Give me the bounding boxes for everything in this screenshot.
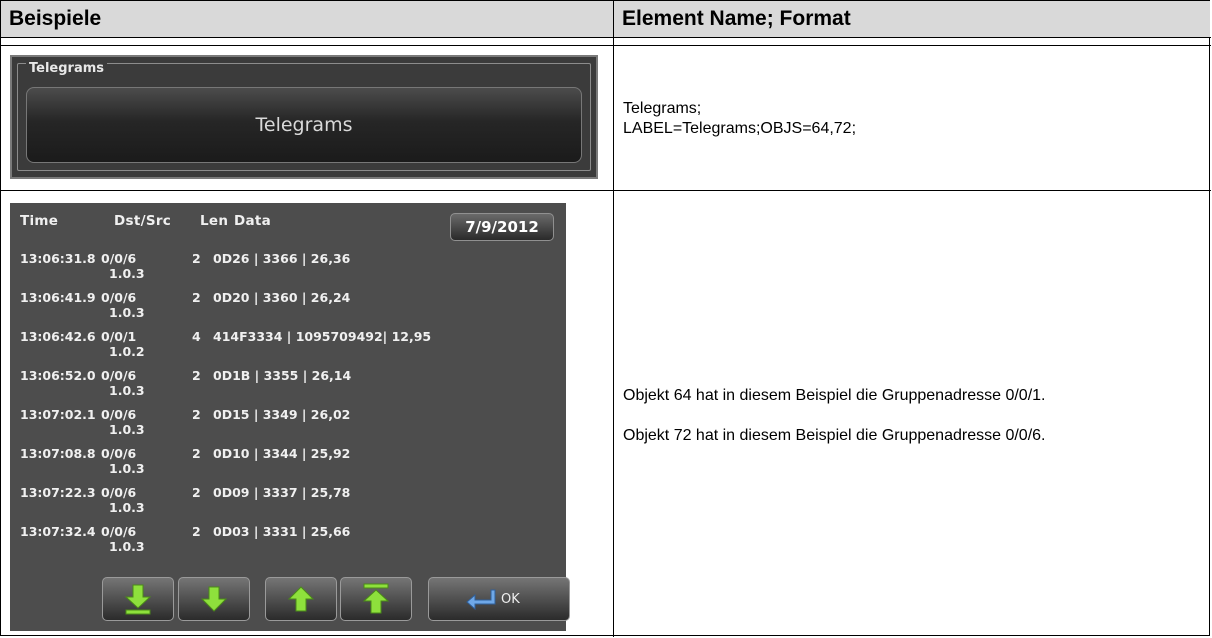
telegram-row: 13:06:41.9 0/0/6 1.0.3 2 0D20 | 3360 | 2… <box>10 290 566 328</box>
documentation-table: Beispiele Element Name; Format Telegrams… <box>0 0 1211 637</box>
telegram-row: 13:07:32.4 0/0/6 1.0.3 2 0D03 | 3331 | 2… <box>10 524 566 562</box>
telegram-src: 1.0.3 <box>109 383 145 398</box>
telegram-dst: 0/0/6 <box>101 368 137 383</box>
telegrams-element-name: Telegrams; <box>623 100 702 117</box>
telegram-time: 13:06:42.6 <box>20 329 96 344</box>
scroll-bottom-icon <box>124 584 152 615</box>
scroll-top-button[interactable] <box>340 577 412 621</box>
header-divider <box>1 37 1211 38</box>
telegram-data: 0D26 | 3366 | 26,36 <box>213 251 351 266</box>
telegram-data: 0D20 | 3360 | 26,24 <box>213 290 351 305</box>
telegram-dst: 0/0/6 <box>101 251 137 266</box>
telegrams-frame-title: Telegrams <box>26 62 108 76</box>
column-time: Time <box>20 213 59 229</box>
ok-button[interactable]: OK <box>428 577 570 621</box>
monitor-description: Objekt 64 hat in diesem Beispiel die Gru… <box>623 386 1045 446</box>
telegram-monitor-screen: Time Dst/Src Len Data 7/9/2012 13:06:31.… <box>10 203 570 631</box>
telegram-src: 1.0.3 <box>109 461 145 476</box>
telegram-row: 13:07:22.3 0/0/6 1.0.3 2 0D09 | 3337 | 2… <box>10 485 566 523</box>
telegram-data: 0D10 | 3344 | 25,92 <box>213 446 351 461</box>
scroll-bottom-button[interactable] <box>102 577 174 621</box>
telegrams-widget-example: Telegrams Telegrams <box>10 55 598 179</box>
scroll-down-button[interactable] <box>178 577 250 621</box>
scroll-down-icon <box>200 586 228 612</box>
telegram-time: 13:06:52.0 <box>20 368 96 383</box>
telegram-dst: 0/0/6 <box>101 446 137 461</box>
telegram-dst: 0/0/6 <box>101 485 137 500</box>
column-header-examples: Beispiele <box>1 1 613 37</box>
telegram-len: 2 <box>192 368 201 383</box>
telegram-len: 2 <box>192 524 201 539</box>
scroll-up-icon <box>287 586 315 612</box>
telegram-row: 13:06:52.0 0/0/6 1.0.3 2 0D1B | 3355 | 2… <box>10 368 566 406</box>
telegram-src: 1.0.3 <box>109 539 145 554</box>
telegram-data: 0D15 | 3349 | 26,02 <box>213 407 351 422</box>
enter-icon <box>466 589 496 610</box>
object-72-note: Objekt 72 hat in diesem Beispiel die Gru… <box>623 427 1046 444</box>
telegram-dst: 0/0/6 <box>101 290 137 305</box>
telegram-row: 13:07:08.8 0/0/6 1.0.3 2 0D10 | 3344 | 2… <box>10 446 566 484</box>
telegram-dst: 0/0/6 <box>101 524 137 539</box>
telegram-dst: 0/0/6 <box>101 407 137 422</box>
telegram-src: 1.0.2 <box>109 344 145 359</box>
column-header-element-name-format: Element Name; Format <box>614 1 1210 37</box>
column-divider <box>613 1 614 637</box>
telegram-data: 414F3334 | 1095709492| 12,95 <box>213 329 432 344</box>
telegram-time: 13:07:22.3 <box>20 485 96 500</box>
telegram-row: 13:07:02.1 0/0/6 1.0.3 2 0D15 | 3349 | 2… <box>10 407 566 445</box>
telegram-time: 13:07:32.4 <box>20 524 96 539</box>
telegram-len: 2 <box>192 446 201 461</box>
telegrams-format: LABEL=Telegrams;OBJS=64,72; <box>623 120 857 137</box>
telegram-data: 0D1B | 3355 | 26,14 <box>213 368 352 383</box>
telegram-len: 2 <box>192 407 201 422</box>
row-divider <box>1 190 1211 191</box>
telegram-time: 13:06:31.8 <box>20 251 96 266</box>
telegram-len: 2 <box>192 290 201 305</box>
telegram-data: 0D09 | 3337 | 25,78 <box>213 485 351 500</box>
telegrams-description: Telegrams; LABEL=Telegrams;OBJS=64,72; <box>623 99 856 139</box>
telegram-time: 13:07:08.8 <box>20 446 96 461</box>
telegram-src: 1.0.3 <box>109 305 145 320</box>
telegram-len: 4 <box>192 329 201 344</box>
column-dst-src: Dst/Src <box>114 213 172 229</box>
telegram-row: 13:06:42.6 0/0/1 1.0.2 4 414F3334 | 1095… <box>10 329 566 367</box>
telegram-row: 13:06:31.8 0/0/6 1.0.3 2 0D26 | 3366 | 2… <box>10 251 566 289</box>
header-divider-double <box>1 45 1211 46</box>
scroll-up-button[interactable] <box>265 577 337 621</box>
telegram-time: 13:07:02.1 <box>20 407 96 422</box>
telegram-src: 1.0.3 <box>109 266 145 281</box>
telegram-dst: 0/0/1 <box>101 329 137 344</box>
column-len: Len <box>200 213 229 229</box>
date-button[interactable]: 7/9/2012 <box>450 213 554 241</box>
telegram-len: 2 <box>192 251 201 266</box>
telegram-data: 0D03 | 3331 | 25,66 <box>213 524 351 539</box>
telegram-time: 13:06:41.9 <box>20 290 96 305</box>
telegram-src: 1.0.3 <box>109 500 145 515</box>
telegrams-button[interactable]: Telegrams <box>26 87 582 163</box>
object-64-note: Objekt 64 hat in diesem Beispiel die Gru… <box>623 387 1046 404</box>
telegram-src: 1.0.3 <box>109 422 145 437</box>
scroll-top-icon <box>362 583 390 614</box>
telegram-len: 2 <box>192 485 201 500</box>
ok-label: OK <box>501 592 520 607</box>
column-data: Data <box>234 213 272 229</box>
